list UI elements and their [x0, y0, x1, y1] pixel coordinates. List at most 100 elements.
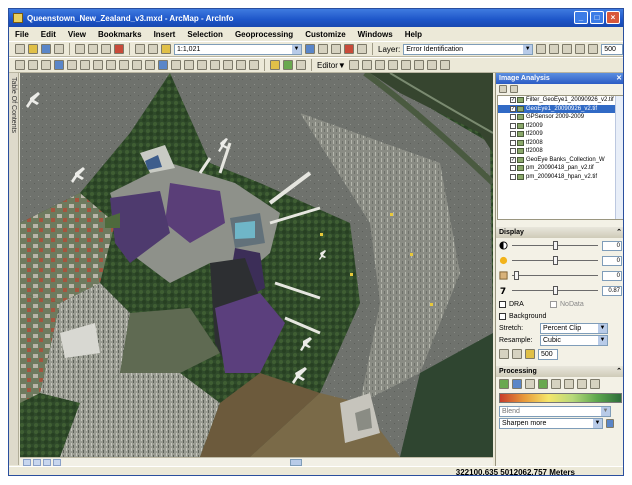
layout-icon[interactable]: [270, 60, 280, 70]
add-data-icon[interactable]: [161, 44, 171, 54]
back-icon[interactable]: [93, 60, 103, 70]
swipe-tool-icon[interactable]: [499, 349, 509, 359]
time-slider-icon[interactable]: [236, 60, 246, 70]
toc-icon[interactable]: [318, 44, 328, 54]
layer-item[interactable]: tf2009: [498, 130, 623, 139]
menu-windows[interactable]: Windows: [358, 30, 393, 39]
slider-knob[interactable]: [553, 256, 558, 265]
apply-function-icon[interactable]: [606, 418, 614, 428]
shaded-relief-icon[interactable]: [525, 379, 535, 389]
paste-icon[interactable]: [101, 44, 111, 54]
python-icon[interactable]: [357, 44, 367, 54]
rotate-icon[interactable]: [413, 60, 424, 70]
stretch-combo[interactable]: Percent Clip ▼: [540, 322, 608, 334]
close-button[interactable]: ×: [606, 11, 620, 24]
split-icon[interactable]: [400, 60, 411, 70]
menu-customize[interactable]: Customize: [305, 30, 345, 39]
layer-checkbox[interactable]: ✓: [510, 105, 516, 112]
brightness-slider[interactable]: [512, 256, 598, 265]
gamma-value[interactable]: 0.87: [602, 285, 622, 296]
flicker-icon[interactable]: [549, 44, 560, 54]
layer-down-icon[interactable]: [510, 85, 518, 93]
refresh-icon[interactable]: [43, 458, 51, 466]
new-icon[interactable]: [15, 44, 25, 54]
menu-insert[interactable]: Insert: [154, 30, 176, 39]
menu-file[interactable]: File: [15, 30, 29, 39]
pixel-icon[interactable]: [588, 44, 599, 54]
nodata-checkbox[interactable]: [550, 300, 557, 308]
layer-checkbox[interactable]: [510, 165, 516, 172]
go-to-xy-icon[interactable]: [223, 60, 233, 70]
forward-icon[interactable]: [106, 60, 116, 70]
layout-view-icon[interactable]: [33, 458, 41, 466]
delete-icon[interactable]: [114, 44, 124, 54]
menu-edit[interactable]: Edit: [41, 30, 56, 39]
layer-checkbox[interactable]: [510, 148, 516, 155]
collapse-icon[interactable]: ⌃: [616, 366, 622, 377]
select-elements-icon[interactable]: [145, 60, 155, 70]
scale-combo[interactable]: 1:1,021 ▼: [174, 43, 302, 55]
menu-geoprocessing[interactable]: Geoprocessing: [235, 30, 293, 39]
table-of-contents-tab[interactable]: Table Of Contents: [9, 73, 19, 465]
layer-checkbox[interactable]: [510, 131, 516, 138]
layer-item[interactable]: ✓ GeoEye Banks_Collection_W: [498, 156, 623, 165]
sketch-icon[interactable]: [361, 60, 372, 70]
slider-knob[interactable]: [553, 286, 558, 295]
contrast-slider[interactable]: [512, 241, 598, 250]
clip-icon[interactable]: [538, 379, 548, 389]
map-horizontal-scrollbar[interactable]: [20, 457, 493, 466]
layer-checkbox[interactable]: [510, 139, 516, 146]
background-checkbox[interactable]: [499, 312, 506, 320]
function-combo[interactable]: Sharpen more ▼: [499, 417, 603, 429]
undo-icon[interactable]: [135, 44, 145, 54]
menu-help[interactable]: Help: [405, 30, 422, 39]
cut-icon[interactable]: [75, 44, 85, 54]
binoculars-icon[interactable]: [210, 60, 220, 70]
slider-knob[interactable]: [553, 241, 558, 250]
layer-checkbox[interactable]: ✓: [510, 97, 516, 104]
menu-bookmarks[interactable]: Bookmarks: [98, 30, 142, 39]
find-icon[interactable]: [184, 60, 194, 70]
layer-checkbox[interactable]: [510, 173, 516, 180]
layer-checkbox[interactable]: ✓: [510, 156, 516, 163]
slider-knob[interactable]: [514, 271, 520, 280]
layer-up-icon[interactable]: [499, 85, 507, 93]
mosaic-icon[interactable]: [512, 379, 522, 389]
mask-icon[interactable]: [551, 379, 561, 389]
layer-item[interactable]: ✓ Filter_GeoEye1_20090926_v2.tif: [498, 96, 623, 105]
reproject-icon[interactable]: [564, 379, 574, 389]
fixed-zoom-out-icon[interactable]: [80, 60, 90, 70]
toolbox-icon[interactable]: [344, 44, 354, 54]
layer-combo[interactable]: Error Identification ▼: [403, 43, 534, 55]
pause-icon[interactable]: [53, 458, 61, 466]
editor-toolbar-icon[interactable]: [305, 44, 315, 54]
export-icon[interactable]: [590, 379, 600, 389]
swipe-icon[interactable]: [536, 44, 547, 54]
vertex-icon[interactable]: [374, 60, 385, 70]
viewer-icon[interactable]: [249, 60, 259, 70]
layer-checkbox[interactable]: [510, 114, 516, 121]
layer-item[interactable]: pm_20090418_pan_v2.tif: [498, 164, 623, 173]
layer-item[interactable]: pm_20090418_hpan_v2.tif: [498, 173, 623, 182]
data-view-icon[interactable]: [23, 458, 31, 466]
colormap-palette[interactable]: [499, 393, 622, 403]
redo-icon[interactable]: [148, 44, 158, 54]
print-icon[interactable]: [54, 44, 64, 54]
reshape-icon[interactable]: [387, 60, 398, 70]
histogram-icon[interactable]: [575, 44, 586, 54]
identify-icon[interactable]: [158, 60, 168, 70]
zoom-combo[interactable]: 500: [601, 43, 623, 55]
layer-item[interactable]: tf2008: [498, 147, 623, 156]
full-extent-icon[interactable]: [54, 60, 64, 70]
blend-combo[interactable]: Blend ▼: [499, 405, 611, 417]
transparency-slider[interactable]: [512, 271, 598, 280]
zoom-in-icon[interactable]: [15, 60, 25, 70]
catalog-icon[interactable]: [331, 44, 341, 54]
stats-icon[interactable]: [577, 379, 587, 389]
gamma-slider[interactable]: [512, 286, 598, 295]
layer-item[interactable]: GPSensor 2009-2009: [498, 113, 623, 122]
layer-checkbox[interactable]: [510, 122, 516, 129]
brightness-value[interactable]: 0: [602, 255, 622, 266]
editor-menu[interactable]: Editor▼: [317, 61, 346, 70]
layer-item[interactable]: tf2008: [498, 139, 623, 148]
